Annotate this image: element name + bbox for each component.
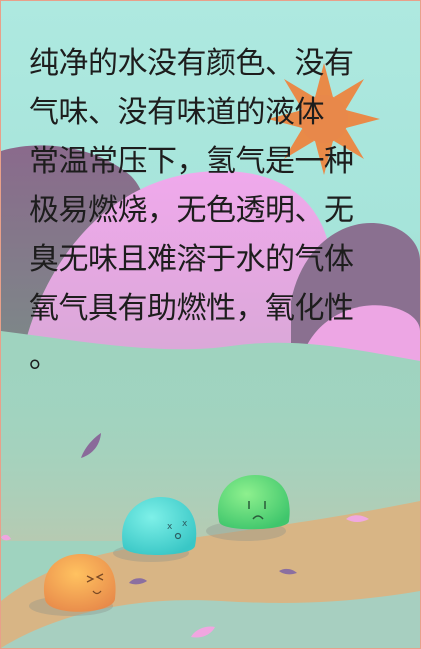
passage-line: 极易燃烧，无色透明、无 [29,193,354,228]
lesson-card: x x 纯净的水没有颜色、没有 气味、没有味道的液体 常温常压下，氢气是一种 极… [0,0,421,649]
passage-line: 氧气具有助燃性，氧化性 [29,291,354,326]
passage-text: 纯净的水没有颜色、没有 气味、没有味道的液体 常温常压下，氢气是一种 极易燃烧，… [29,39,399,382]
passage-line: 常温常压下，氢气是一种 [29,144,354,179]
svg-text:x: x [167,522,173,532]
passage-line: 纯净的水没有颜色、没有 [29,46,354,81]
passage-line: 气味、没有味道的液体 [29,95,325,130]
passage-line: 臭无味且难溶于水的气体 [29,242,354,277]
svg-text:x: x [182,519,188,529]
passage-line: 。 [29,340,59,375]
